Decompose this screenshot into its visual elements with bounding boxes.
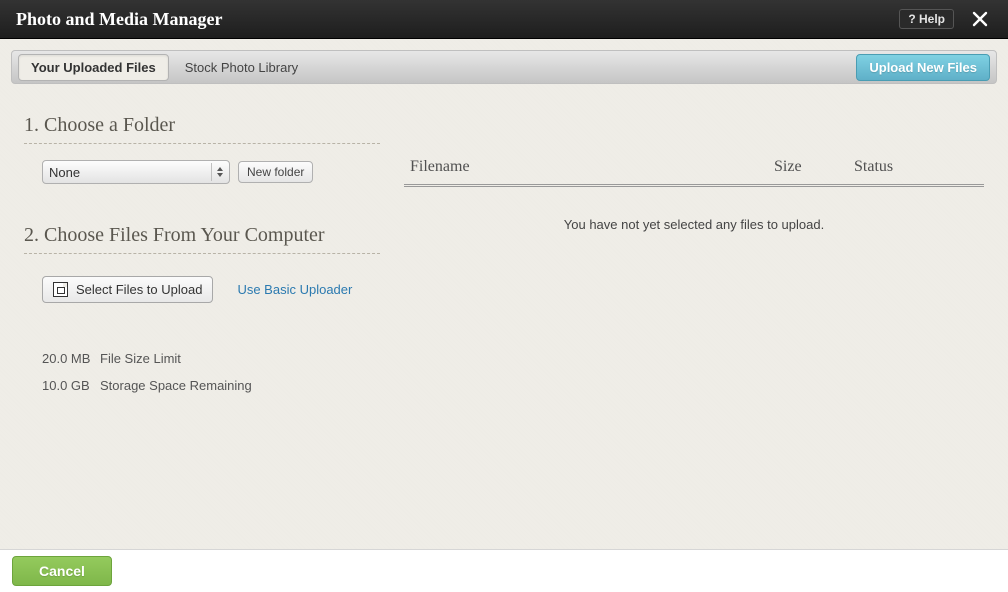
use-basic-uploader-link[interactable]: Use Basic Uploader [237, 282, 352, 297]
folder-select-value: None [49, 165, 80, 180]
storage-remaining-label: Storage Space Remaining [100, 378, 252, 393]
upload-table-header: Filename Size Status [404, 158, 984, 187]
select-stepper-icon [211, 163, 225, 181]
folder-select[interactable]: None [42, 160, 230, 184]
dialog-header: Photo and Media Manager ? Help [0, 0, 1008, 39]
section-choose-folder-title: 1. Choose a Folder [24, 114, 380, 144]
file-size-limit-label: File Size Limit [100, 351, 181, 366]
new-folder-button[interactable]: New folder [238, 161, 313, 183]
section-choose-files-title: 2. Choose Files From Your Computer [24, 224, 380, 254]
tab-uploaded-files[interactable]: Your Uploaded Files [18, 54, 169, 81]
select-files-label: Select Files to Upload [76, 282, 202, 297]
storage-remaining-value: 10.0 GB [42, 378, 100, 393]
save-disk-icon [53, 282, 68, 297]
cancel-button[interactable]: Cancel [12, 556, 112, 586]
file-size-limit-value: 20.0 MB [42, 351, 100, 366]
help-button[interactable]: ? Help [899, 9, 954, 29]
select-files-button[interactable]: Select Files to Upload [42, 276, 213, 303]
close-icon[interactable] [968, 11, 992, 27]
column-status: Status [854, 158, 984, 176]
footer-bar: Cancel [0, 549, 1008, 592]
column-size: Size [774, 158, 854, 176]
toolbar: Your Uploaded Files Stock Photo Library … [11, 50, 997, 84]
column-filename: Filename [410, 158, 774, 176]
empty-upload-message: You have not yet selected any files to u… [404, 217, 984, 232]
limits-info: 20.0 MB File Size Limit 10.0 GB Storage … [24, 351, 380, 393]
dialog-title: Photo and Media Manager [16, 9, 899, 30]
tab-stock-library[interactable]: Stock Photo Library [173, 54, 310, 81]
upload-new-files-button[interactable]: Upload New Files [856, 54, 990, 81]
